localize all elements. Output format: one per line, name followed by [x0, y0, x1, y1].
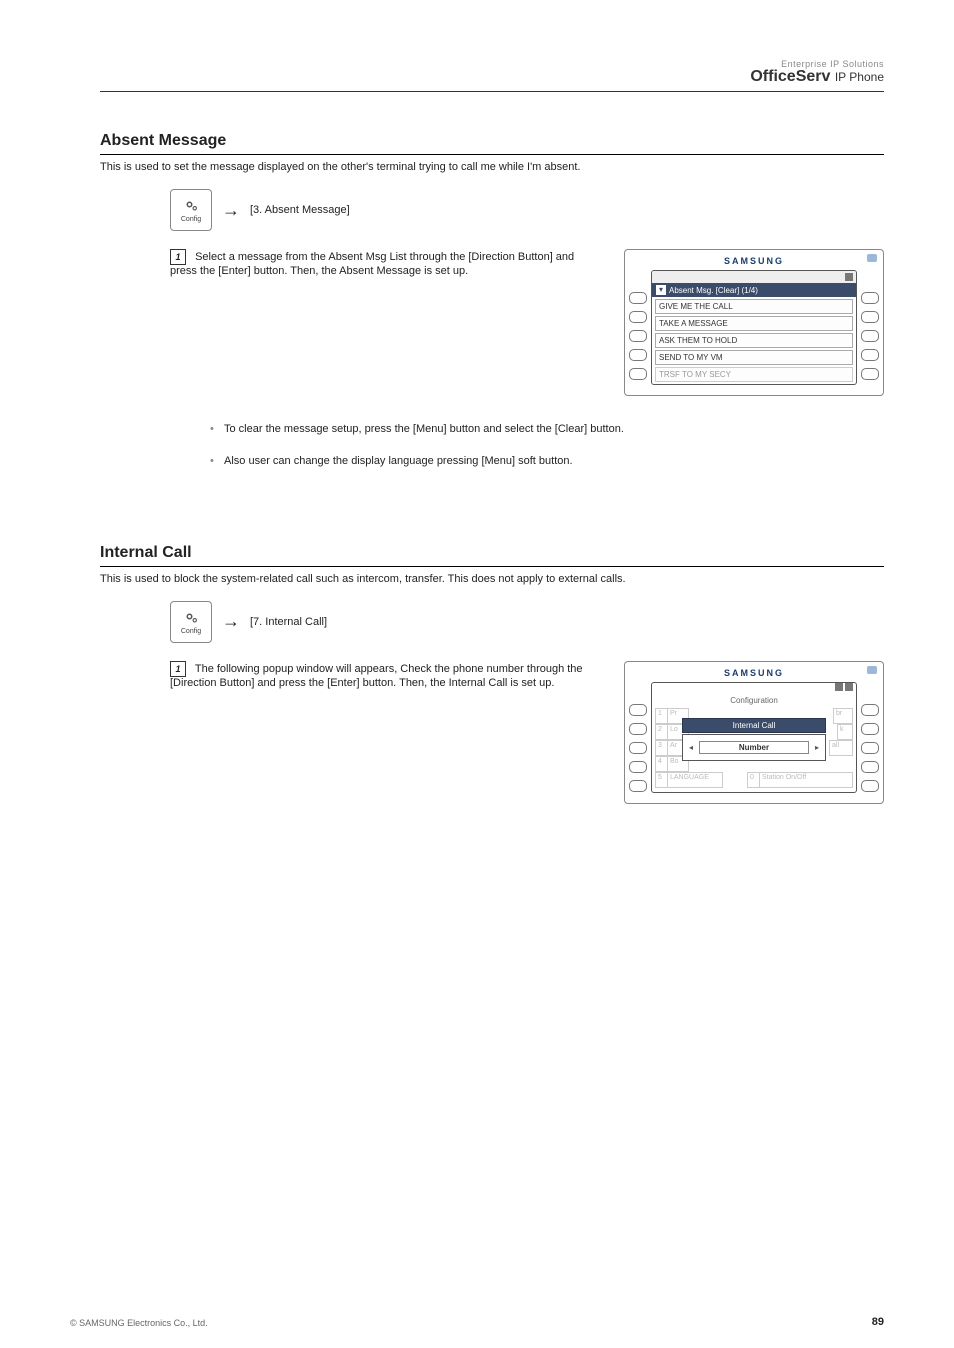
config-icon[interactable]: Config	[170, 189, 212, 231]
page: Enterprise IP Solutions OfficeServ IP Ph…	[0, 0, 954, 1348]
brand-thin: Serv	[796, 68, 831, 85]
softkey[interactable]	[861, 368, 879, 380]
popup-field-label[interactable]: Number	[699, 741, 809, 754]
arrow-icon: →	[222, 611, 240, 632]
phone-screen: Configuration 1 Pr br 2 Lo k 3 Ar all	[651, 682, 857, 793]
arrow-right-icon[interactable]: ▸	[813, 743, 821, 752]
softkey[interactable]	[629, 330, 647, 342]
right-softkeys	[861, 270, 879, 385]
softkey[interactable]	[861, 311, 879, 323]
bullet-item: To clear the message setup, press the [M…	[210, 420, 884, 440]
section-desc-absent: This is used to set the message displaye…	[100, 161, 884, 173]
gears-icon	[180, 197, 202, 215]
bg-cell: LANGUAGE	[667, 772, 723, 788]
phone-screen: ▾ Absent Msg. [Clear] (1/4) GIVE ME THE …	[651, 270, 857, 385]
softkey[interactable]	[861, 704, 879, 716]
bg-cell: Station On/Off	[759, 772, 853, 788]
step-1-internal: 1 The following popup window will appear…	[170, 661, 604, 689]
brand-bold: Office	[750, 68, 795, 85]
popup-body: ◂ Number ▸	[682, 734, 826, 761]
screen-grid: 1 Pr br 2 Lo k 3 Ar all 4 Bo 5	[652, 708, 856, 792]
softkey[interactable]	[629, 723, 647, 735]
arrow-left-icon[interactable]: ◂	[687, 743, 695, 752]
section-desc-internal: This is used to block the system-related…	[100, 573, 884, 585]
bg-cell: br	[833, 708, 853, 724]
camera-icon	[867, 254, 877, 262]
popup-title: Internal Call	[682, 718, 826, 733]
softkey[interactable]	[861, 742, 879, 754]
phone-figure-internal: SAMSUNG Configuration	[624, 661, 884, 804]
page-number: 89	[872, 1316, 884, 1328]
status-bar	[652, 683, 856, 693]
config-icon-label: Config	[181, 216, 201, 223]
softkey[interactable]	[861, 349, 879, 361]
brand-tail: IP Phone	[835, 70, 884, 84]
config-path-internal: Config → [7. Internal Call]	[170, 601, 884, 643]
brand-logo: Enterprise IP Solutions OfficeServ IP Ph…	[750, 60, 884, 85]
phone-device: SAMSUNG Configuration	[624, 661, 884, 804]
screen-title-bar: ▾ Absent Msg. [Clear] (1/4)	[652, 283, 856, 297]
list-item[interactable]: TAKE A MESSAGE	[655, 316, 853, 331]
left-softkeys	[629, 270, 647, 385]
screen-title: Configuration	[652, 693, 856, 708]
screen-title: Absent Msg. [Clear] (1/4)	[669, 286, 758, 295]
softkey[interactable]	[629, 761, 647, 773]
arrow-icon: →	[222, 200, 240, 221]
step-1-absent: 1 Select a message from the Absent Msg L…	[170, 249, 604, 277]
softkey[interactable]	[629, 368, 647, 380]
status-icon	[845, 273, 853, 281]
softkey[interactable]	[629, 742, 647, 754]
copyright: © SAMSUNG Electronics Co., Ltd.	[70, 1318, 208, 1328]
softkey[interactable]	[861, 723, 879, 735]
status-icon	[835, 683, 843, 691]
right-softkeys	[861, 682, 879, 793]
softkey[interactable]	[629, 292, 647, 304]
bullet-item: Also user can change the display languag…	[210, 452, 884, 472]
step-number: 1	[170, 249, 186, 265]
list-item[interactable]: ASK THEM TO HOLD	[655, 333, 853, 348]
status-icon	[845, 683, 853, 691]
popup-row: ◂ Number ▸	[687, 741, 821, 754]
phone-figure-absent: SAMSUNG ▾ A	[624, 249, 884, 396]
softkey[interactable]	[629, 704, 647, 716]
phone-brand: SAMSUNG	[629, 256, 879, 266]
page-header: Enterprise IP Solutions OfficeServ IP Ph…	[100, 60, 884, 92]
phone-device: SAMSUNG ▾ A	[624, 249, 884, 396]
phone-brand: SAMSUNG	[629, 668, 879, 678]
step-text: Select a message from the Absent Msg Lis…	[170, 251, 574, 277]
softkey[interactable]	[629, 780, 647, 792]
softkey[interactable]	[629, 311, 647, 323]
softkey[interactable]	[861, 330, 879, 342]
section-title-internal: Internal Call	[100, 544, 884, 567]
section-title-absent: Absent Message	[100, 132, 884, 155]
bg-cell: k	[837, 724, 853, 740]
config-path-absent: Config → [3. Absent Message]	[170, 189, 884, 231]
dropdown-icon[interactable]: ▾	[656, 285, 666, 295]
config-path-text: [7. Internal Call]	[250, 616, 327, 628]
bullets-absent: To clear the message setup, press the [M…	[210, 420, 884, 472]
step-text: The following popup window will appears,…	[170, 663, 583, 689]
config-path-text: [3. Absent Message]	[250, 204, 350, 216]
camera-icon	[867, 666, 877, 674]
status-bar	[652, 271, 856, 283]
list-item[interactable]: GIVE ME THE CALL	[655, 299, 853, 314]
softkey[interactable]	[629, 349, 647, 361]
bg-cell: all	[829, 740, 853, 756]
config-icon[interactable]: Config	[170, 601, 212, 643]
softkey[interactable]	[861, 761, 879, 773]
gears-icon	[180, 609, 202, 627]
softkey[interactable]	[861, 780, 879, 792]
left-softkeys	[629, 682, 647, 793]
config-icon-label: Config	[181, 628, 201, 635]
brand-name: OfficeServ IP Phone	[750, 69, 884, 85]
softkey[interactable]	[861, 292, 879, 304]
list-item[interactable]: SEND TO MY VM	[655, 350, 853, 365]
list-item[interactable]: TRSF TO MY SECY	[655, 367, 853, 382]
step-number: 1	[170, 661, 186, 677]
